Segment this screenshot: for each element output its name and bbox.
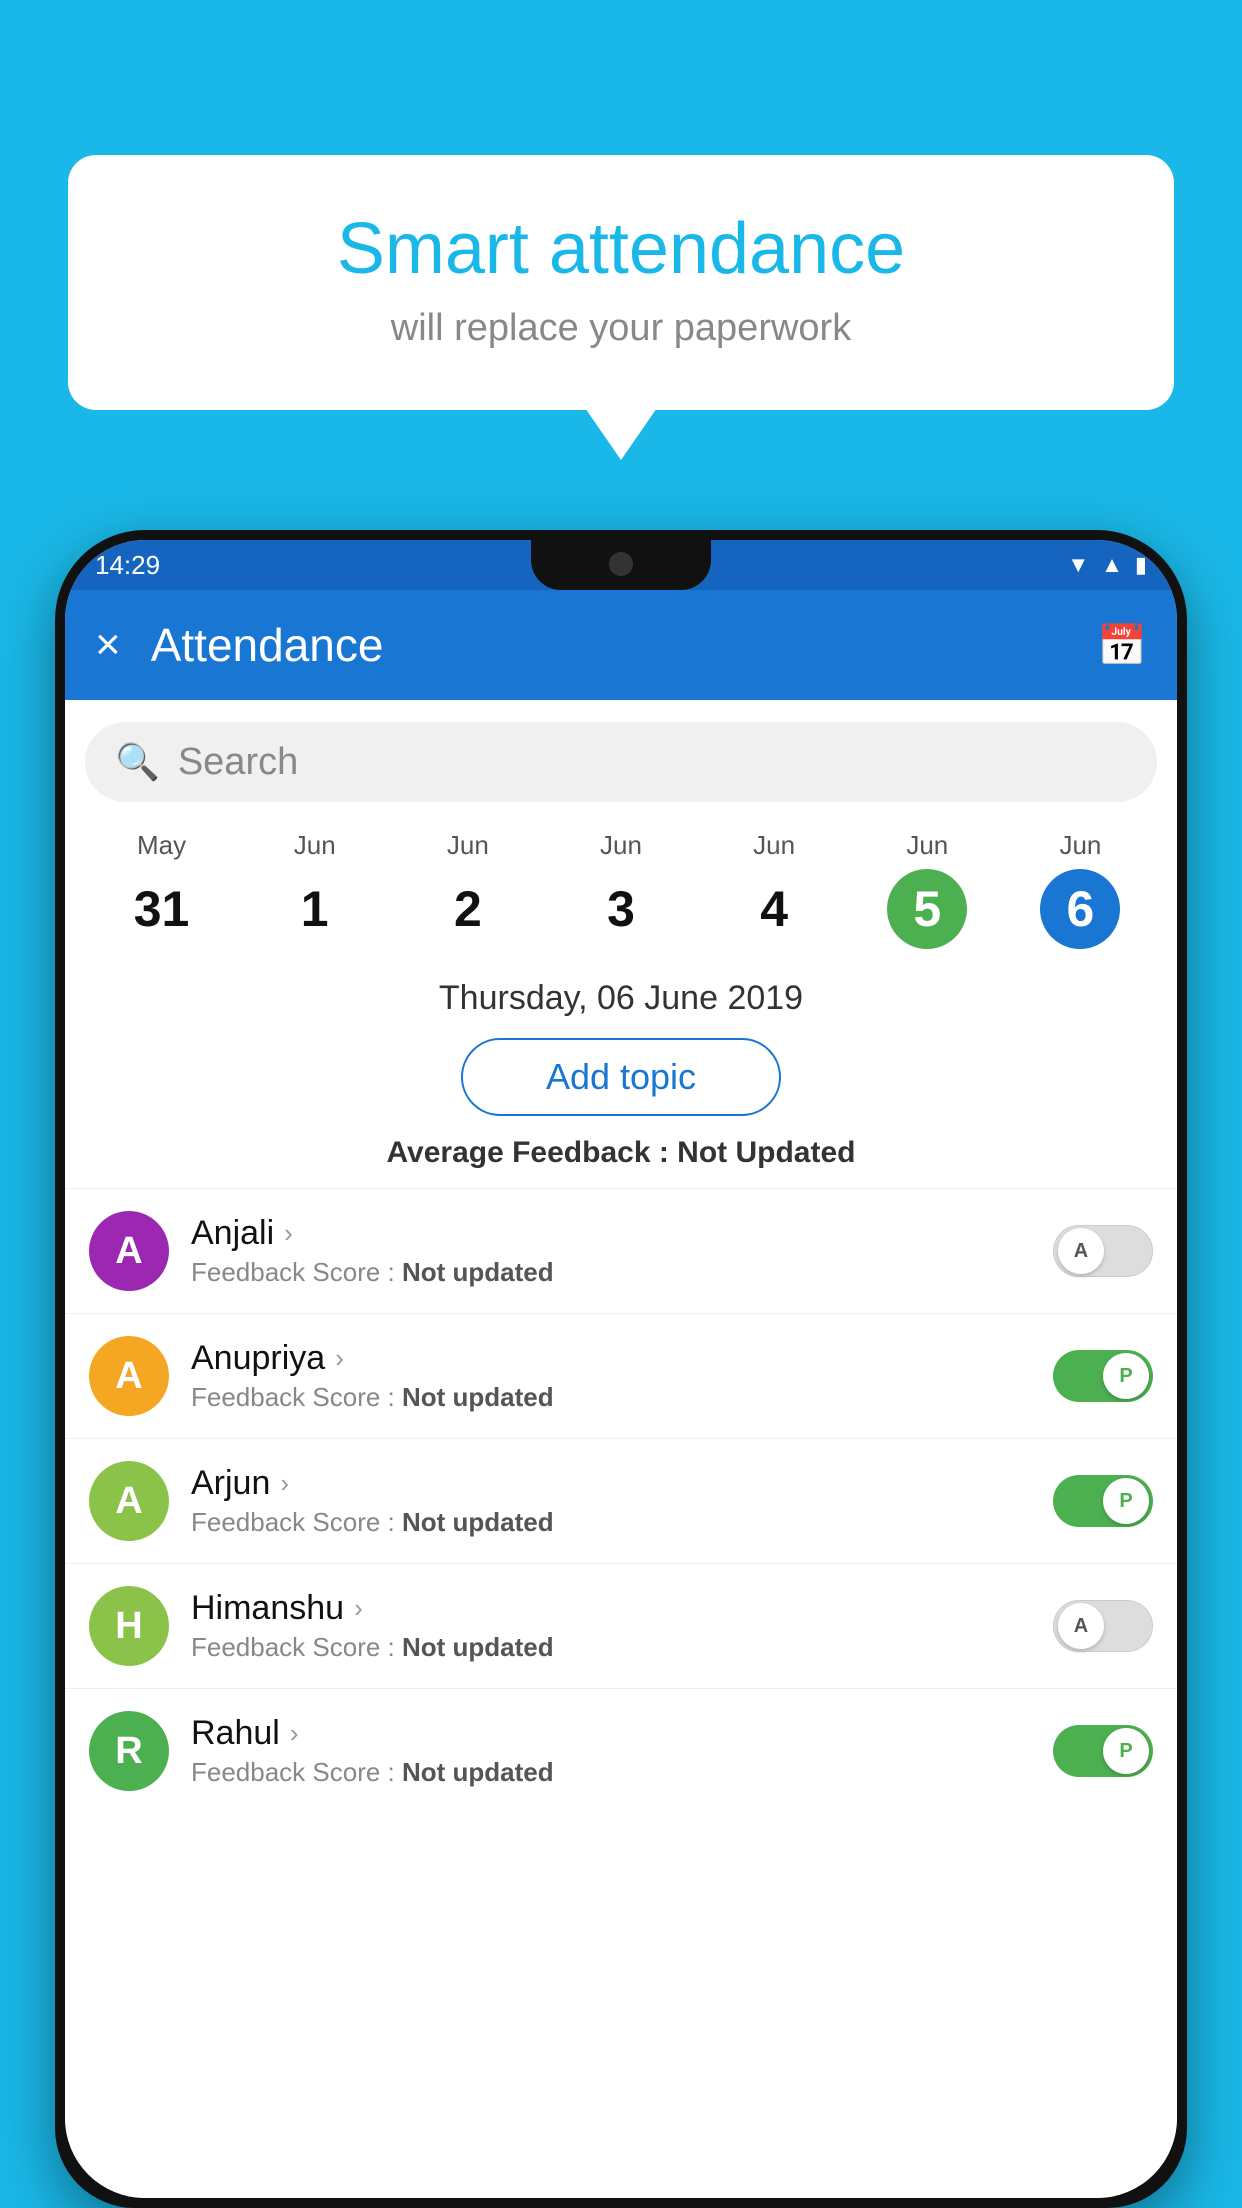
bubble-title: Smart attendance: [128, 210, 1114, 289]
avatar: R: [89, 1711, 169, 1791]
list-item[interactable]: H Himanshu › Feedback Score : Not updatedA: [65, 1563, 1177, 1688]
bubble-subtitle: will replace your paperwork: [128, 307, 1114, 350]
search-bar[interactable]: 🔍 Search: [85, 722, 1157, 802]
camera: [609, 552, 633, 576]
avatar: H: [89, 1586, 169, 1666]
average-feedback: Average Feedback : Not Updated: [65, 1136, 1177, 1170]
date-month: Jun: [851, 830, 1004, 861]
avg-feedback-value: Not Updated: [677, 1136, 855, 1169]
date-col[interactable]: Jun 2: [391, 830, 544, 949]
toggle-knob: A: [1058, 1228, 1104, 1274]
avatar: A: [89, 1461, 169, 1541]
student-name: Anupriya ›: [191, 1339, 1053, 1378]
content-area: 🔍 Search May 31 Jun 1 Jun 2 Jun 3 Jun 4 Jun 5 Jun 6 T…: [65, 700, 1177, 2198]
phone-mockup: 14:29 ▼ ▲ ▮ × Attendance 📅 🔍 Search: [55, 530, 1187, 2208]
chevron-icon: ›: [335, 1343, 344, 1374]
list-item[interactable]: R Rahul › Feedback Score : Not updated P: [65, 1688, 1177, 1813]
students-list: AAnjali ›Feedback Score : Not updatedAAA…: [65, 1188, 1177, 1813]
add-topic-button[interactable]: Add topic: [461, 1038, 781, 1116]
student-feedback: Feedback Score : Not updated: [191, 1382, 1053, 1413]
date-col[interactable]: Jun 3: [544, 830, 697, 949]
status-time: 14:29: [95, 550, 160, 581]
toggle-knob: P: [1103, 1728, 1149, 1774]
list-item[interactable]: A Anupriya › Feedback Score : Not updated P: [65, 1313, 1177, 1438]
date-month: Jun: [698, 830, 851, 861]
attendance-toggle[interactable]: P: [1053, 1475, 1153, 1527]
avg-feedback-label: Average Feedback :: [386, 1136, 677, 1169]
search-placeholder: Search: [178, 741, 298, 784]
calendar-icon[interactable]: 📅: [1097, 622, 1147, 669]
phone-notch: [531, 540, 711, 590]
date-col[interactable]: Jun 6: [1004, 830, 1157, 949]
date-month: Jun: [391, 830, 544, 861]
attendance-toggle[interactable]: A: [1053, 1600, 1153, 1652]
list-item[interactable]: A Arjun › Feedback Score : Not updated P: [65, 1438, 1177, 1563]
date-number[interactable]: 2: [428, 869, 508, 949]
date-col[interactable]: Jun 5: [851, 830, 1004, 949]
close-button[interactable]: ×: [95, 623, 121, 667]
date-month: May: [85, 830, 238, 861]
date-number[interactable]: 6: [1040, 869, 1120, 949]
app-bar: × Attendance 📅: [65, 590, 1177, 700]
toggle-knob: P: [1103, 1353, 1149, 1399]
avatar: A: [89, 1336, 169, 1416]
app-bar-title: Attendance: [151, 618, 1097, 672]
attendance-toggle[interactable]: A: [1053, 1225, 1153, 1277]
list-item[interactable]: AAnjali ›Feedback Score : Not updatedA: [65, 1188, 1177, 1313]
date-number[interactable]: 4: [734, 869, 814, 949]
date-month: Jun: [544, 830, 697, 861]
dates-row: May 31 Jun 1 Jun 2 Jun 3 Jun 4 Jun 5 Jun 6: [65, 802, 1177, 949]
avatar: A: [89, 1211, 169, 1291]
date-number[interactable]: 3: [581, 869, 661, 949]
date-month: Jun: [1004, 830, 1157, 861]
status-icons: ▼ ▲ ▮: [1067, 552, 1147, 578]
student-name: Anjali ›: [191, 1214, 1053, 1253]
student-feedback: Feedback Score : Not updated: [191, 1632, 1053, 1663]
student-feedback: Feedback Score : Not updated: [191, 1757, 1053, 1788]
attendance-toggle[interactable]: P: [1053, 1350, 1153, 1402]
battery-icon: ▮: [1135, 552, 1147, 578]
date-month: Jun: [238, 830, 391, 861]
wifi-icon: ▼: [1067, 552, 1089, 578]
student-info: Himanshu › Feedback Score : Not updated: [191, 1589, 1053, 1663]
date-col[interactable]: Jun 4: [698, 830, 851, 949]
student-info: Arjun › Feedback Score : Not updated: [191, 1464, 1053, 1538]
student-info: Anupriya › Feedback Score : Not updated: [191, 1339, 1053, 1413]
date-col[interactable]: Jun 1: [238, 830, 391, 949]
student-info: Anjali › Feedback Score : Not updated: [191, 1214, 1053, 1288]
chevron-icon: ›: [284, 1218, 293, 1249]
attendance-toggle[interactable]: P: [1053, 1725, 1153, 1777]
date-number[interactable]: 1: [275, 869, 355, 949]
date-col[interactable]: May 31: [85, 830, 238, 949]
phone-screen: 14:29 ▼ ▲ ▮ × Attendance 📅 🔍 Search: [65, 540, 1177, 2198]
selected-date: Thursday, 06 June 2019: [65, 979, 1177, 1018]
chevron-icon: ›: [290, 1718, 299, 1749]
speech-bubble: Smart attendance will replace your paper…: [68, 155, 1174, 410]
toggle-knob: P: [1103, 1478, 1149, 1524]
search-icon: 🔍: [115, 741, 160, 783]
chevron-icon: ›: [354, 1593, 363, 1624]
student-info: Rahul › Feedback Score : Not updated: [191, 1714, 1053, 1788]
chevron-icon: ›: [280, 1468, 289, 1499]
student-feedback: Feedback Score : Not updated: [191, 1507, 1053, 1538]
date-number[interactable]: 5: [887, 869, 967, 949]
toggle-knob: A: [1058, 1603, 1104, 1649]
signal-icon: ▲: [1101, 552, 1123, 578]
date-number[interactable]: 31: [122, 869, 202, 949]
student-name: Arjun ›: [191, 1464, 1053, 1503]
student-name: Rahul ›: [191, 1714, 1053, 1753]
student-feedback: Feedback Score : Not updated: [191, 1257, 1053, 1288]
student-name: Himanshu ›: [191, 1589, 1053, 1628]
